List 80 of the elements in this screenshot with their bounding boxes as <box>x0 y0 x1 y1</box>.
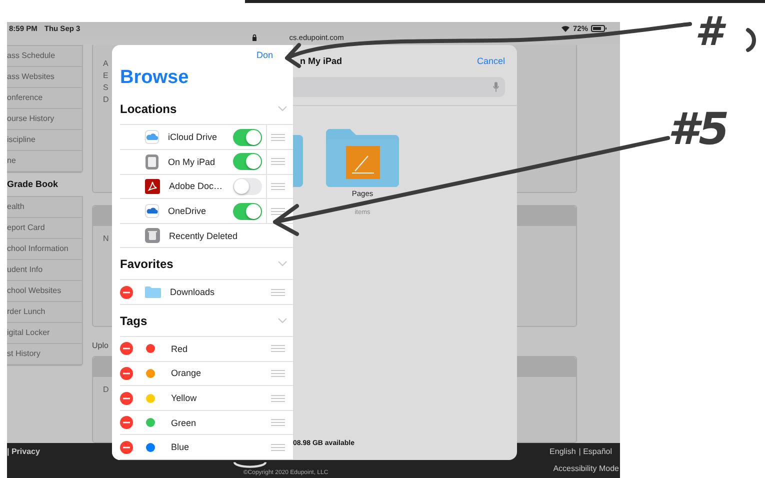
logo-arc-icon <box>233 461 267 468</box>
remove-icon[interactable] <box>120 416 133 430</box>
nav-link[interactable]: ealth <box>7 197 82 218</box>
tag-name[interactable]: Orange <box>171 368 271 378</box>
tag-name[interactable]: Yellow <box>171 393 271 404</box>
tag-name[interactable]: Green <box>171 418 271 428</box>
folder-icon <box>145 286 161 298</box>
accessibility-link[interactable]: Accessibility Mode <box>553 464 619 476</box>
drag-handle-icon <box>271 370 285 377</box>
tablet-icon <box>145 154 159 170</box>
remove-icon[interactable] <box>120 342 133 356</box>
drag-handle-icon <box>271 208 285 215</box>
location-name[interactable]: Adobe Doc… <box>169 181 233 192</box>
drag-handle-icon <box>271 158 285 166</box>
nav-link[interactable]: igital Locker <box>7 323 82 344</box>
section-heading: Locations <box>120 102 177 116</box>
nav-link[interactable]: ass Schedule <box>7 46 82 67</box>
field-label: A <box>103 59 108 68</box>
chevron-icon <box>278 261 287 266</box>
toggle-switch[interactable] <box>233 178 262 195</box>
nav-link[interactable]: rder Lunch <box>7 302 82 323</box>
nav-link[interactable]: onference <box>7 88 82 109</box>
browse-title: Browse <box>120 66 190 90</box>
nav-section-heading: Grade Book <box>7 178 60 191</box>
remove-icon[interactable] <box>120 366 133 380</box>
section-heading: Uplo <box>92 341 108 350</box>
battery-icon <box>591 25 607 32</box>
document-icon <box>145 178 160 194</box>
nav-link[interactable]: chool Information <box>7 239 82 260</box>
location-name[interactable]: iCloud Drive <box>168 132 233 142</box>
drag-handle-icon <box>271 288 285 296</box>
location-title: n My iPad <box>300 56 342 66</box>
trash-icon <box>145 228 160 244</box>
field-label: E <box>103 71 108 80</box>
nav-link[interactable]: eport Card <box>7 218 82 239</box>
remove-icon[interactable] <box>120 286 133 299</box>
language-link[interactable]: | Español <box>578 447 612 456</box>
language-link[interactable]: English <box>550 447 576 456</box>
field-label: D <box>103 385 109 394</box>
nav-link[interactable]: chool Websites <box>7 281 82 302</box>
nav-link[interactable]: udent Info <box>7 260 82 281</box>
drag-handle-icon <box>271 444 285 451</box>
drag-handle-icon <box>271 419 285 426</box>
tag-name[interactable]: Blue <box>171 442 271 452</box>
location-name[interactable]: On My iPad <box>168 156 233 167</box>
nav-link[interactable]: ourse History <box>7 109 82 130</box>
cloud-icon <box>145 130 159 144</box>
section-heading: Tags <box>120 314 148 328</box>
remove-icon[interactable] <box>120 440 133 454</box>
wifi-icon <box>560 25 570 32</box>
toggle-switch[interactable] <box>233 153 262 170</box>
toggle-switch[interactable] <box>233 202 262 220</box>
lock-icon <box>252 34 258 41</box>
location-name[interactable]: Recently Deleted <box>169 230 293 241</box>
field-label: N <box>103 234 109 243</box>
location-name[interactable]: OneDrive <box>168 206 233 216</box>
nav-link[interactable]: iscipline <box>7 130 82 151</box>
field-label: S <box>103 83 108 92</box>
chevron-icon <box>278 318 287 324</box>
privacy-link[interactable]: | Privacy <box>7 447 40 456</box>
favorite-name[interactable]: Downloads <box>170 287 271 298</box>
search-field[interactable] <box>293 77 505 97</box>
nav-link[interactable]: st History <box>7 344 82 365</box>
folder-icon <box>326 129 399 187</box>
drag-handle-icon <box>271 394 285 402</box>
drag-handle-icon <box>271 134 285 141</box>
done-button[interactable]: Don <box>256 50 273 60</box>
drag-handle-icon <box>271 182 285 190</box>
nav-link[interactable]: ne <box>7 151 82 172</box>
remove-icon[interactable] <box>120 392 133 405</box>
nav-link[interactable]: ass Websites <box>7 67 82 88</box>
microphone-icon <box>493 82 499 92</box>
cloud-icon <box>145 204 159 218</box>
annotation-label: #5 <box>668 108 730 152</box>
section-heading: Favorites <box>120 256 174 271</box>
drag-handle-icon <box>271 345 285 352</box>
chevron-icon <box>278 106 287 112</box>
field-label: D <box>103 95 109 104</box>
toggle-switch[interactable] <box>233 128 262 146</box>
tag-name[interactable]: Red <box>171 344 271 354</box>
